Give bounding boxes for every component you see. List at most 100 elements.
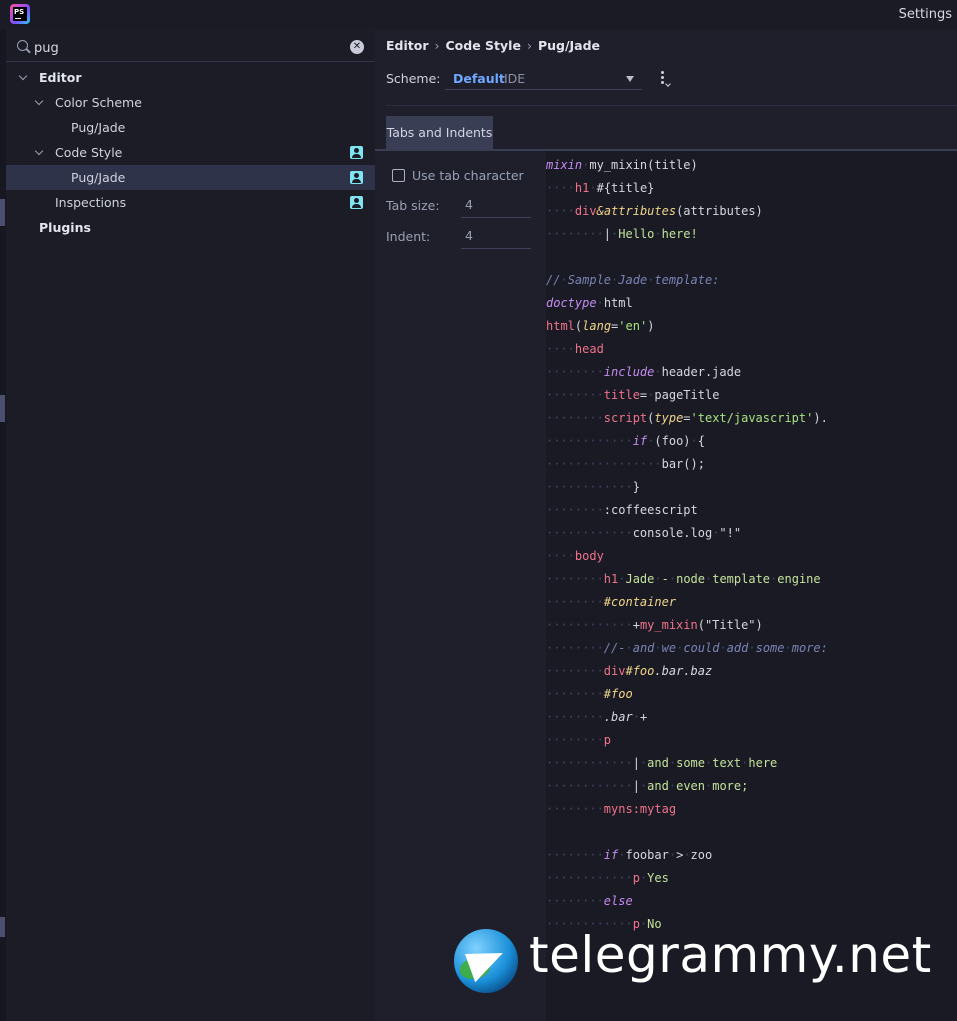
- breadcrumb-item[interactable]: Code Style: [446, 38, 521, 53]
- code-token: and: [647, 779, 669, 793]
- code-token: Jade: [618, 273, 648, 287]
- code-token: p: [632, 871, 640, 885]
- code-line: ········myns:mytag: [546, 798, 676, 821]
- tree-item-inspections[interactable]: Inspections: [6, 190, 375, 215]
- phpstorm-app-icon[interactable]: PS: [10, 4, 30, 24]
- code-token: html: [603, 296, 633, 310]
- code-token: some: [676, 756, 705, 770]
- use-tab-character-checkbox[interactable]: [392, 169, 405, 182]
- code-line: ········.bar·+: [546, 706, 647, 729]
- code-token: {: [697, 434, 705, 448]
- chevron-down-icon[interactable]: [18, 65, 30, 90]
- code-token: add: [726, 641, 749, 655]
- tree-item-code-style-pug-jade[interactable]: Pug/Jade: [6, 165, 375, 190]
- code-token: //-: [603, 641, 626, 655]
- tab-size-label: Tab size:: [386, 198, 440, 213]
- code-token: |: [603, 227, 612, 241]
- code-token: #container: [603, 595, 677, 609]
- indent-field[interactable]: [461, 223, 531, 249]
- code-token: h1: [574, 181, 590, 195]
- tree-item-color-scheme[interactable]: Color Scheme: [6, 90, 375, 115]
- code-line: ············+my_mixin("Title"): [546, 614, 763, 637]
- tree-item-label: Pug/Jade: [71, 120, 126, 135]
- code-token: //: [546, 273, 561, 287]
- tree-item-color-scheme-pug-jade[interactable]: Pug/Jade: [6, 115, 375, 140]
- code-line: //·Sample·Jade·template:: [546, 269, 719, 292]
- code-token: if: [632, 434, 648, 448]
- chevron-down-icon[interactable]: [34, 90, 46, 115]
- code-token: engine: [777, 572, 821, 586]
- code-token: :coffeescript: [603, 503, 698, 517]
- code-token: p: [603, 733, 612, 747]
- code-token: |: [632, 779, 640, 793]
- code-token: ············: [546, 480, 633, 494]
- code-token: template: [712, 572, 771, 586]
- tab-tabs-and-indents[interactable]: Tabs and Indents: [386, 116, 493, 149]
- code-token: else: [603, 894, 633, 908]
- breadcrumb-item[interactable]: Editor: [386, 38, 429, 53]
- code-token: type: [654, 411, 684, 425]
- code-token: ········: [546, 411, 604, 425]
- tree-item-plugins[interactable]: Plugins: [6, 215, 375, 240]
- code-token: #foo: [603, 687, 633, 701]
- code-token: ········: [546, 641, 604, 655]
- tree-item-label: Plugins: [39, 220, 91, 235]
- code-token: ·: [668, 779, 677, 793]
- code-token: header.jade: [661, 365, 742, 379]
- code-token: ········: [546, 664, 604, 678]
- code-token: and: [632, 641, 655, 655]
- scheme-name: Default: [453, 71, 505, 86]
- code-token: ·: [596, 296, 604, 310]
- app-icon-text: PS: [14, 8, 25, 16]
- code-token: doctype: [546, 296, 597, 310]
- code-line: ········p: [546, 729, 611, 752]
- code-token: ·: [654, 365, 662, 379]
- code-token: Yes: [647, 871, 669, 885]
- code-token: zoo: [690, 848, 713, 862]
- code-token: 'en': [618, 319, 648, 333]
- code-token: my_mixin(title): [589, 158, 698, 172]
- code-token: ····: [546, 549, 575, 563]
- code-token: here!: [661, 227, 698, 241]
- code-line: mixin·my_mixin(title): [546, 154, 698, 177]
- clear-search-icon[interactable]: ✕: [350, 40, 364, 54]
- code-token: ········: [546, 848, 604, 862]
- use-tab-character-label[interactable]: Use tab character: [412, 168, 524, 183]
- project-profile-icon: [350, 196, 363, 209]
- scheme-dropdown[interactable]: Default IDE: [445, 68, 642, 90]
- code-token: ········: [546, 503, 604, 517]
- code-token: foobar: [625, 848, 669, 862]
- code-token: if: [603, 848, 619, 862]
- code-token: }: [632, 480, 640, 494]
- tab-size-field[interactable]: [461, 192, 531, 218]
- code-token: some: [755, 641, 785, 655]
- code-token: ········: [546, 733, 604, 747]
- code-token: ····: [546, 181, 575, 195]
- code-token: ·: [748, 641, 756, 655]
- strip-marker: [0, 917, 5, 937]
- tree-item-editor[interactable]: Editor: [6, 65, 375, 90]
- code-token: ····: [546, 204, 575, 218]
- code-line: ············p·Yes: [546, 867, 669, 890]
- code-line: ················bar();: [546, 453, 705, 476]
- settings-search: ✕: [6, 34, 375, 62]
- tree-item-code-style[interactable]: Code Style: [6, 140, 375, 165]
- code-line: ········//-·and·we·could·add·some·more:: [546, 637, 828, 660]
- code-token: ····: [546, 342, 575, 356]
- tree-item-label: Code Style: [55, 145, 123, 160]
- code-token: ·: [683, 848, 691, 862]
- chevron-down-icon[interactable]: [34, 140, 46, 165]
- code-token: ·: [668, 572, 677, 586]
- code-line: ········title=·pageTitle: [546, 384, 719, 407]
- more-actions-icon[interactable]: [659, 71, 671, 87]
- code-token: ·: [668, 756, 677, 770]
- code-token: ········: [546, 572, 604, 586]
- search-input[interactable]: [34, 38, 334, 58]
- code-token: |: [632, 756, 640, 770]
- code-token: Hello: [618, 227, 655, 241]
- code-token: more;: [712, 779, 749, 793]
- tree-item-label: Inspections: [55, 195, 127, 210]
- code-token: "!": [719, 526, 742, 540]
- window-title: Settings: [898, 7, 952, 22]
- code-preview[interactable]: mixin·my_mixin(title) ····h1·#{title} ····…: [546, 151, 957, 1021]
